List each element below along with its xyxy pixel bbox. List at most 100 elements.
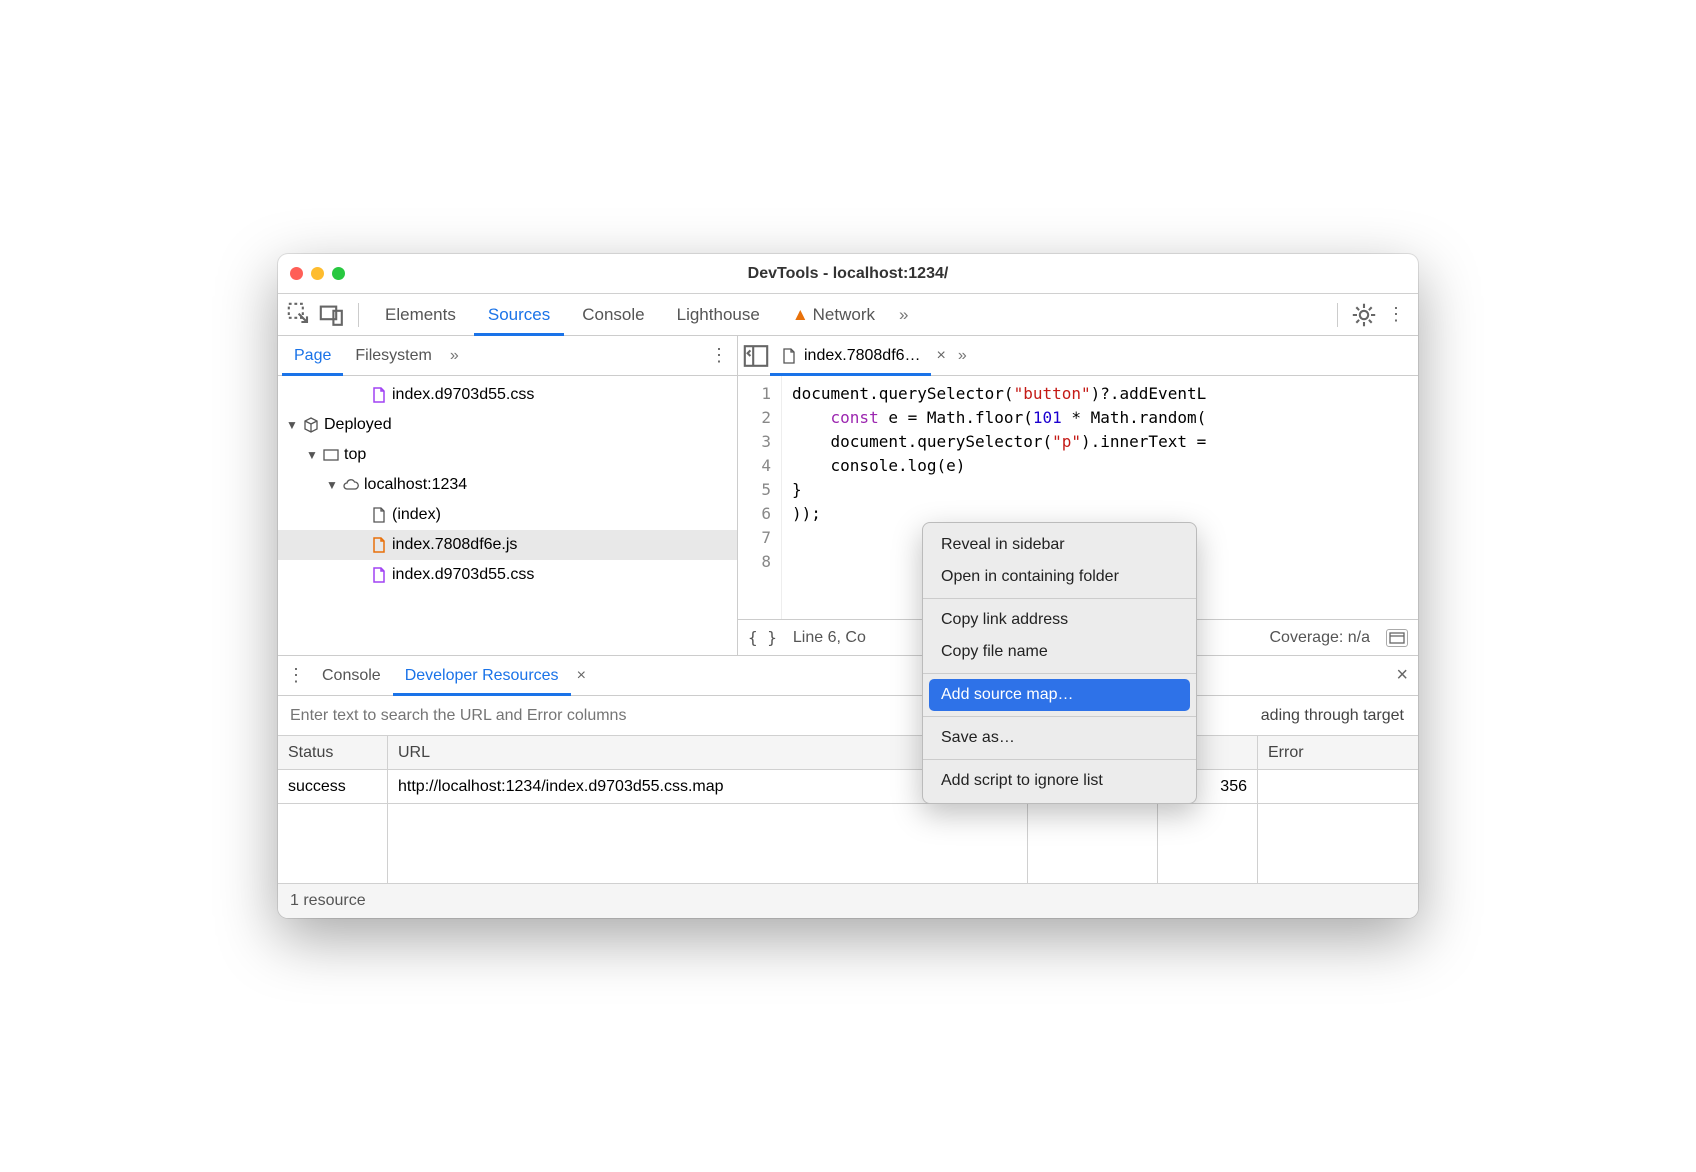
drawer-tab-developer-resources[interactable]: Developer Resources [393,656,571,696]
resource-count: 1 resource [290,892,366,910]
line-number: 6 [738,502,771,526]
editor-tab[interactable]: index.7808df6… [770,336,931,376]
css-file-icon [370,386,388,404]
separator [1337,303,1338,327]
resources-table: Status URL Error success http://localhos… [278,736,1418,884]
line-numbers: 1 2 3 4 5 6 7 8 [738,376,782,619]
warning-icon: ▲ [792,305,809,325]
menu-open-containing-folder[interactable]: Open in containing folder [923,561,1196,593]
line-number: 8 [738,550,771,574]
more-editor-tabs-icon[interactable]: » [952,347,973,365]
more-subtabs-icon[interactable]: » [444,347,465,365]
editor-tab-label: index.7808df6… [804,347,921,365]
tab-lighthouse[interactable]: Lighthouse [663,294,774,336]
tree-group-deployed[interactable]: ▼ Deployed [278,410,737,440]
table-header: Status URL Error [278,736,1418,770]
main-toolbar: Elements Sources Console Lighthouse ▲Net… [278,294,1418,336]
line-number: 5 [738,478,771,502]
drawer-footer: 1 resource [278,884,1418,918]
titlebar: DevTools - localhost:1234/ [278,254,1418,294]
tab-sources[interactable]: Sources [474,294,564,336]
window-title: DevTools - localhost:1234/ [278,265,1418,283]
tab-elements[interactable]: Elements [371,294,470,336]
tree-file-label: index.d9703d55.css [392,566,534,584]
line-number: 1 [738,382,771,406]
js-file-icon [370,536,388,554]
context-menu: Reveal in sidebar Open in containing fol… [922,522,1197,804]
tree-file-css[interactable]: index.d9703d55.css [278,380,737,410]
traffic-lights [290,267,345,280]
menu-separator [923,673,1196,674]
menu-copy-file-name[interactable]: Copy file name [923,636,1196,668]
cursor-position: Line 6, Co [793,629,866,647]
close-window-button[interactable] [290,267,303,280]
close-drawer-icon[interactable]: × [1390,664,1414,687]
tree-origin-label: localhost:1234 [364,476,467,494]
more-tabs-icon[interactable]: » [893,305,914,325]
tab-network-label: Network [813,305,875,325]
header-status[interactable]: Status [278,736,388,769]
menu-add-source-map[interactable]: Add source map… [929,679,1190,711]
tree-origin[interactable]: ▼ localhost:1234 [278,470,737,500]
devtools-window: DevTools - localhost:1234/ Elements Sour… [278,254,1418,918]
content-area: Page Filesystem » ⋮ index.d9703d55.css ▼… [278,336,1418,656]
coverage-status: Coverage: n/a [1269,629,1370,647]
tree-frame-top[interactable]: ▼ top [278,440,737,470]
tree-file-index[interactable]: (index) [278,500,737,530]
cell-status: success [278,770,388,803]
menu-save-as[interactable]: Save as… [923,722,1196,754]
empty-rows [278,804,1418,884]
close-drawer-tab-icon[interactable]: × [571,667,592,685]
header-error[interactable]: Error [1258,736,1418,769]
tab-console[interactable]: Console [568,294,658,336]
drawer-tabs: ⋮ Console Developer Resources × × [278,656,1418,696]
inspect-element-icon[interactable] [286,301,314,329]
line-number: 7 [738,526,771,550]
tree-file-label: index.d9703d55.css [392,386,534,404]
menu-separator [923,716,1196,717]
tree-file-label: index.7808df6e.js [392,536,517,554]
navigator-options-icon[interactable]: ⋮ [705,345,733,366]
tree-frame-label: top [344,446,366,464]
maximize-window-button[interactable] [332,267,345,280]
line-number: 2 [738,406,771,430]
pretty-print-icon[interactable]: { } [748,628,777,647]
tree-file-css2[interactable]: index.d9703d55.css [278,560,737,590]
target-hint-text: ading through target [1247,707,1418,725]
expand-icon: ▼ [306,448,318,462]
expand-icon: ▼ [326,478,338,492]
navigator-panel: Page Filesystem » ⋮ index.d9703d55.css ▼… [278,336,738,655]
subtab-filesystem[interactable]: Filesystem [343,336,443,376]
device-toolbar-icon[interactable] [318,301,346,329]
toggle-navigator-icon[interactable] [742,342,770,370]
tree-file-js[interactable]: index.7808df6e.js [278,530,737,560]
drawer-tab-console[interactable]: Console [310,656,393,696]
css-file-icon [370,566,388,584]
toggle-sidebar-icon[interactable] [1386,629,1408,647]
menu-copy-link-address[interactable]: Copy link address [923,604,1196,636]
document-icon [370,506,388,524]
cell-error [1258,770,1418,803]
navigator-tabs: Page Filesystem » ⋮ [278,336,737,376]
menu-separator [923,759,1196,760]
frame-icon [322,446,340,464]
menu-reveal-in-sidebar[interactable]: Reveal in sidebar [923,529,1196,561]
menu-add-to-ignore-list[interactable]: Add script to ignore list [923,765,1196,797]
settings-icon[interactable] [1350,301,1378,329]
minimize-window-button[interactable] [311,267,324,280]
close-tab-icon[interactable]: × [931,347,952,365]
expand-icon: ▼ [286,418,298,432]
drawer-options-icon[interactable]: ⋮ [282,665,310,686]
line-number: 4 [738,454,771,478]
line-number: 3 [738,430,771,454]
tree-group-label: Deployed [324,416,392,434]
more-options-icon[interactable]: ⋮ [1382,304,1410,325]
search-row: ading through target [278,696,1418,736]
editor-tabs: index.7808df6… × » [738,336,1418,376]
table-row[interactable]: success http://localhost:1234/index.d970… [278,770,1418,804]
file-tree: index.d9703d55.css ▼ Deployed ▼ top ▼ lo… [278,376,737,655]
tab-network[interactable]: ▲Network [778,294,889,336]
subtab-page[interactable]: Page [282,336,343,376]
cloud-icon [342,476,360,494]
js-file-icon [780,347,798,365]
